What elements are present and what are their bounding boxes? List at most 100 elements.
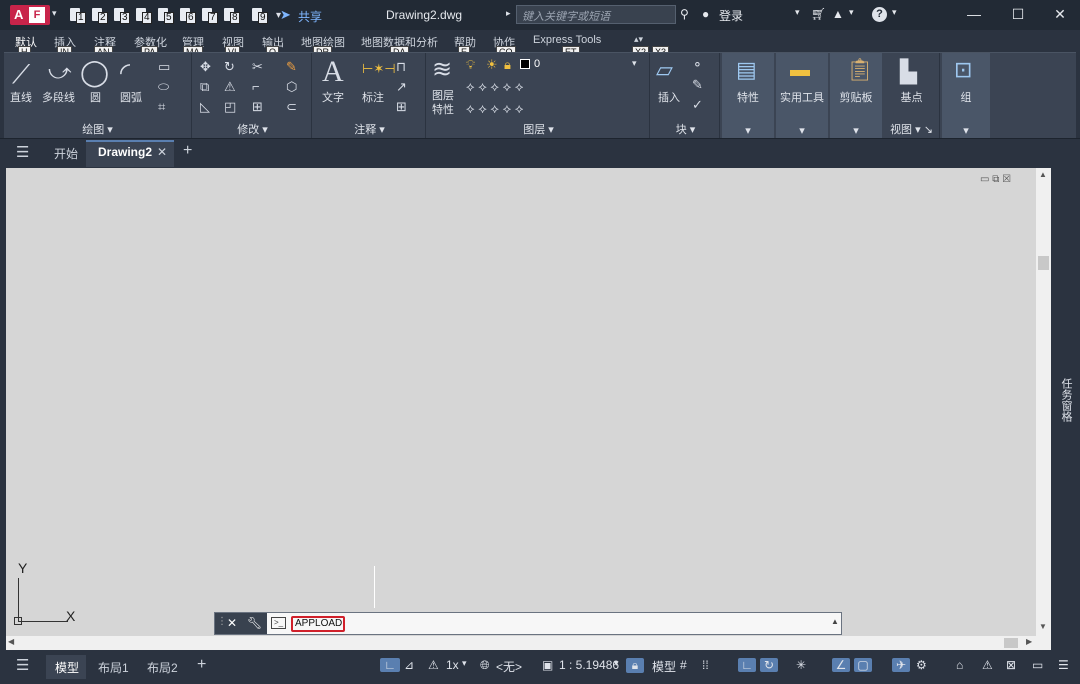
scroll-up-icon[interactable]: ▲ <box>1039 170 1047 179</box>
multileader-icon[interactable]: ↗ <box>396 79 407 95</box>
edit-block-icon[interactable]: ✎ <box>692 77 703 93</box>
vertical-scroll-thumb[interactable] <box>1038 256 1049 270</box>
model-space-icon[interactable]: ∟ <box>380 658 400 672</box>
explode-icon[interactable]: ⬡ <box>286 79 297 95</box>
grid-icon[interactable]: # <box>680 658 687 672</box>
autocad-logo[interactable]: AF <box>10 5 50 25</box>
drag-handle-icon[interactable]: ⋮ <box>217 616 227 627</box>
hatch-icon[interactable]: ⬭ <box>158 79 169 95</box>
mirror-icon[interactable]: ⚠ <box>224 79 236 95</box>
modify-panel-label[interactable]: 修改 ▾ <box>194 121 311 137</box>
task-pane-tab[interactable]: 任务窗格 <box>1054 168 1076 650</box>
search-expand-icon[interactable]: ▸ <box>506 8 511 19</box>
layers-panel-label[interactable]: 图层 ▾ <box>428 121 649 137</box>
utilities-expand-icon[interactable]: ▾ <box>776 124 828 137</box>
clipboard-panel[interactable]: 📋︎ 剪贴板 ▾ <box>830 53 882 139</box>
layer-dropdown-icon[interactable]: ▾ <box>632 58 637 69</box>
model-button[interactable]: 模型 <box>652 658 676 675</box>
text-button[interactable]: 文字 <box>322 89 344 105</box>
create-block-icon[interactable]: ⚬ <box>692 57 703 73</box>
new-tab-icon[interactable]: + <box>183 142 192 160</box>
drawing-canvas[interactable]: ▭ ⧉ ☒ Y X <box>6 168 1036 636</box>
layout-menu-icon[interactable]: ☰ <box>16 656 29 674</box>
erase-icon[interactable]: ✎ <box>286 59 297 75</box>
block-attr-icon[interactable]: ✓ <box>692 97 703 113</box>
help-dropdown-icon[interactable]: ▾ <box>892 7 897 18</box>
circle-button[interactable]: 圆 <box>90 89 101 105</box>
draw-panel-label[interactable]: 绘图 ▾ <box>4 121 191 137</box>
qat-plot-button[interactable]: 7 <box>198 6 220 24</box>
qat-redo-button[interactable]: 9 <box>242 6 272 24</box>
user-icon[interactable]: ● <box>702 7 709 21</box>
tab-express-tools[interactable]: Express Tools <box>533 34 601 46</box>
qat-new-button[interactable]: 1 <box>66 6 88 24</box>
rotate-icon[interactable]: ↻ <box>224 59 235 75</box>
tab-start[interactable]: 开始 <box>54 145 78 162</box>
scroll-right-icon[interactable]: ▶ <box>1026 637 1032 646</box>
lock-icon[interactable]: 🔒︎ <box>626 658 644 673</box>
insert-button[interactable]: 插入 <box>658 89 680 105</box>
close-icon[interactable]: ✕ <box>1050 6 1070 24</box>
command-customize-icon[interactable]: 🔧︎ <box>247 616 262 630</box>
block-panel-label[interactable]: 块 ▾ <box>652 121 719 137</box>
stretch-icon[interactable]: ◺ <box>200 99 210 115</box>
command-input[interactable]: APPLOAD <box>291 616 345 632</box>
warning-icon[interactable]: ⚠ <box>982 658 993 672</box>
osnap-icon[interactable]: ▢ <box>854 658 872 672</box>
qat-undo-button[interactable]: 8 <box>220 6 242 24</box>
tab-overflow-icon[interactable]: ▴▾ <box>634 34 643 45</box>
qat-open-web-button[interactable]: 5 <box>154 6 176 24</box>
properties-expand-icon[interactable]: ▾ <box>722 124 774 137</box>
annotation-visibility[interactable]: <无> <box>496 658 522 675</box>
help-icon[interactable]: ? <box>872 7 887 22</box>
polar-icon[interactable]: ↻ <box>760 658 778 672</box>
close-tab-icon[interactable]: ✕ <box>157 145 167 159</box>
hardware-accel-icon[interactable]: ⊠ <box>1006 658 1016 672</box>
snap-icon[interactable]: ⁞⁞ <box>702 658 709 672</box>
layer-on-icon[interactable]: 💡︎ <box>466 57 475 73</box>
viewport-scale-value[interactable]: 1 : 5.19486 <box>559 658 619 672</box>
osnap-track-icon[interactable]: ∠ <box>832 658 850 672</box>
copy-icon[interactable]: ⧉ <box>200 79 209 95</box>
array-icon[interactable]: ⊞ <box>252 99 263 115</box>
layer-tools-row2[interactable]: ⟡ ⟡ ⟡ ⟡ ⟡ <box>466 101 523 117</box>
scale-icon[interactable]: ◰ <box>224 99 236 115</box>
workspace-icon[interactable]: 🌐︎ <box>480 658 490 673</box>
utilities-panel[interactable]: ▬ 实用工具 ▾ <box>776 53 828 139</box>
command-close-icon[interactable]: ✕ <box>227 616 237 630</box>
ortho-icon[interactable]: ∟ <box>738 658 756 672</box>
annotation-table-icon[interactable]: ⊞ <box>396 99 407 115</box>
ratio-dropdown-icon[interactable]: ▾ <box>614 658 619 669</box>
layer-tools-row1[interactable]: ⟡ ⟡ ⟡ ⟡ ⟡ <box>466 79 523 95</box>
scale-dropdown-icon[interactable]: ▾ <box>462 658 467 669</box>
arc-button[interactable]: 圆弧 <box>120 89 142 105</box>
share-button[interactable]: 共享 <box>298 8 322 25</box>
groups-expand-icon[interactable]: ▾ <box>942 124 990 137</box>
viewport-scale-icon[interactable]: ▣ <box>542 658 553 672</box>
polyline-button[interactable]: 多段线 <box>42 89 75 105</box>
customize-status-icon[interactable]: ☰ <box>1058 658 1069 672</box>
qat-save-web-button[interactable]: 6 <box>176 6 198 24</box>
view-panel-label[interactable]: 视图 ▾ ↘ <box>884 121 939 137</box>
grid-display-icon[interactable]: ⊿ <box>404 658 414 672</box>
share-icon[interactable]: ➤ <box>280 7 291 23</box>
login-button[interactable]: 登录 <box>719 7 743 24</box>
command-history-icon[interactable]: ▲ <box>831 617 839 626</box>
horizontal-scrollbar[interactable]: ◀ ▶ <box>6 636 1051 650</box>
line-button[interactable]: 直线 <box>10 89 32 105</box>
new-layout-icon[interactable]: + <box>197 656 206 674</box>
layer-color-swatch[interactable] <box>520 59 530 69</box>
cart-icon[interactable]: 🛒︎ <box>811 7 826 21</box>
table-icon[interactable]: ⌗ <box>158 99 165 115</box>
layer-properties-button[interactable]: 图层 特性 <box>432 89 454 117</box>
command-line[interactable]: ⋮ ✕ 🔧︎ >_ APPLOAD ▲ <box>214 612 842 635</box>
tab-model[interactable]: 模型 <box>55 659 79 676</box>
viewport-controls-icon[interactable]: ▭ ⧉ ☒ <box>980 174 1011 185</box>
base-button[interactable]: 基点 <box>884 89 939 105</box>
autodesk-app-icon[interactable]: ▲ <box>832 7 844 21</box>
clean-screen-icon[interactable]: ▭ <box>1032 658 1043 672</box>
annotation-panel-label[interactable]: 注释 ▾ <box>314 121 425 137</box>
login-dropdown-icon[interactable]: ▾ <box>795 7 800 18</box>
search-input[interactable]: 键入关键字或短语 <box>516 5 676 24</box>
tab-drawing2[interactable]: Drawing2 <box>98 145 152 159</box>
